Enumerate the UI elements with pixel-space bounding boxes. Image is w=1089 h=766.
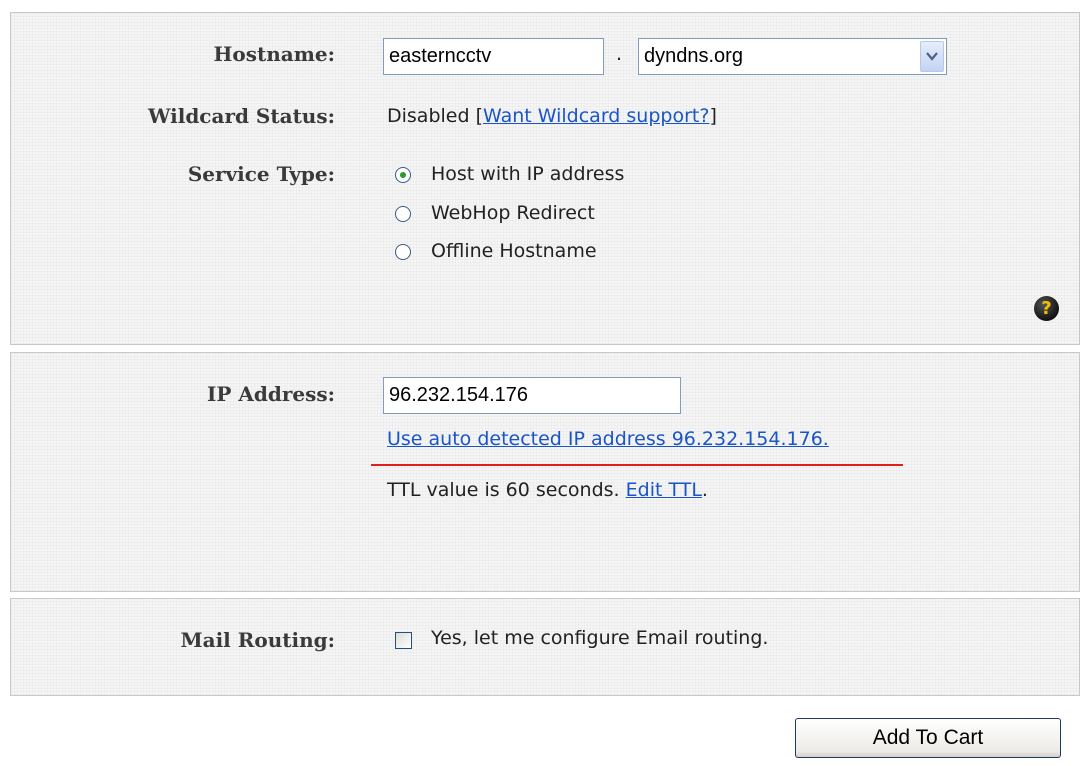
- email-routing-checkbox[interactable]: [395, 632, 412, 649]
- wildcard-status-suffix: ]: [709, 105, 717, 127]
- ip-address-label: IP Address:: [206, 382, 335, 406]
- ip-address-panel: IP Address: 96.232.154.176 Use auto dete…: [10, 352, 1080, 592]
- wildcard-status-prefix: Disabled [: [387, 105, 483, 127]
- radio-selected-dot: [400, 172, 406, 178]
- domain-select[interactable]: dyndns.org: [638, 38, 947, 75]
- radio-webhop-redirect-label: WebHop Redirect: [431, 202, 595, 224]
- service-type-label: Service Type:: [187, 162, 335, 186]
- wildcard-support-link[interactable]: Want Wildcard support?: [483, 105, 709, 127]
- ttl-suffix: .: [701, 479, 708, 501]
- hostname-input[interactable]: easterncctv: [383, 38, 604, 75]
- hostname-panel: Hostname: easterncctv . dyndns.org Wildc…: [10, 12, 1080, 345]
- ttl-info: TTL value is 60 seconds. Edit TTL.: [387, 479, 708, 501]
- radio-offline-hostname-label: Offline Hostname: [431, 240, 597, 262]
- radio-webhop-redirect[interactable]: [395, 206, 411, 222]
- domain-select-value: dyndns.org: [644, 45, 743, 67]
- dropdown-arrow-icon[interactable]: [920, 41, 944, 72]
- radio-offline-hostname[interactable]: [395, 244, 411, 260]
- ip-address-input[interactable]: 96.232.154.176: [383, 377, 681, 414]
- help-question-icon[interactable]: ?: [1034, 296, 1059, 321]
- radio-host-with-ip[interactable]: [395, 167, 411, 183]
- mail-routing-panel: Mail Routing: Yes, let me configure Emai…: [10, 598, 1080, 696]
- auto-detect-ip-link[interactable]: Use auto detected IP address 96.232.154.…: [387, 428, 829, 450]
- add-to-cart-button[interactable]: Add To Cart: [795, 718, 1061, 758]
- ttl-text: TTL value is 60 seconds.: [387, 479, 626, 501]
- hostname-label: Hostname:: [213, 42, 335, 66]
- email-routing-checkbox-label: Yes, let me configure Email routing.: [431, 627, 769, 649]
- wildcard-status-value: Disabled [Want Wildcard support?]: [387, 105, 717, 127]
- mail-routing-label: Mail Routing:: [180, 628, 335, 652]
- hostname-separator: .: [616, 43, 623, 65]
- red-annotation-underline: [371, 464, 903, 466]
- wildcard-status-label: Wildcard Status:: [148, 104, 335, 128]
- radio-host-with-ip-label: Host with IP address: [431, 163, 625, 185]
- edit-ttl-link[interactable]: Edit TTL: [626, 479, 702, 501]
